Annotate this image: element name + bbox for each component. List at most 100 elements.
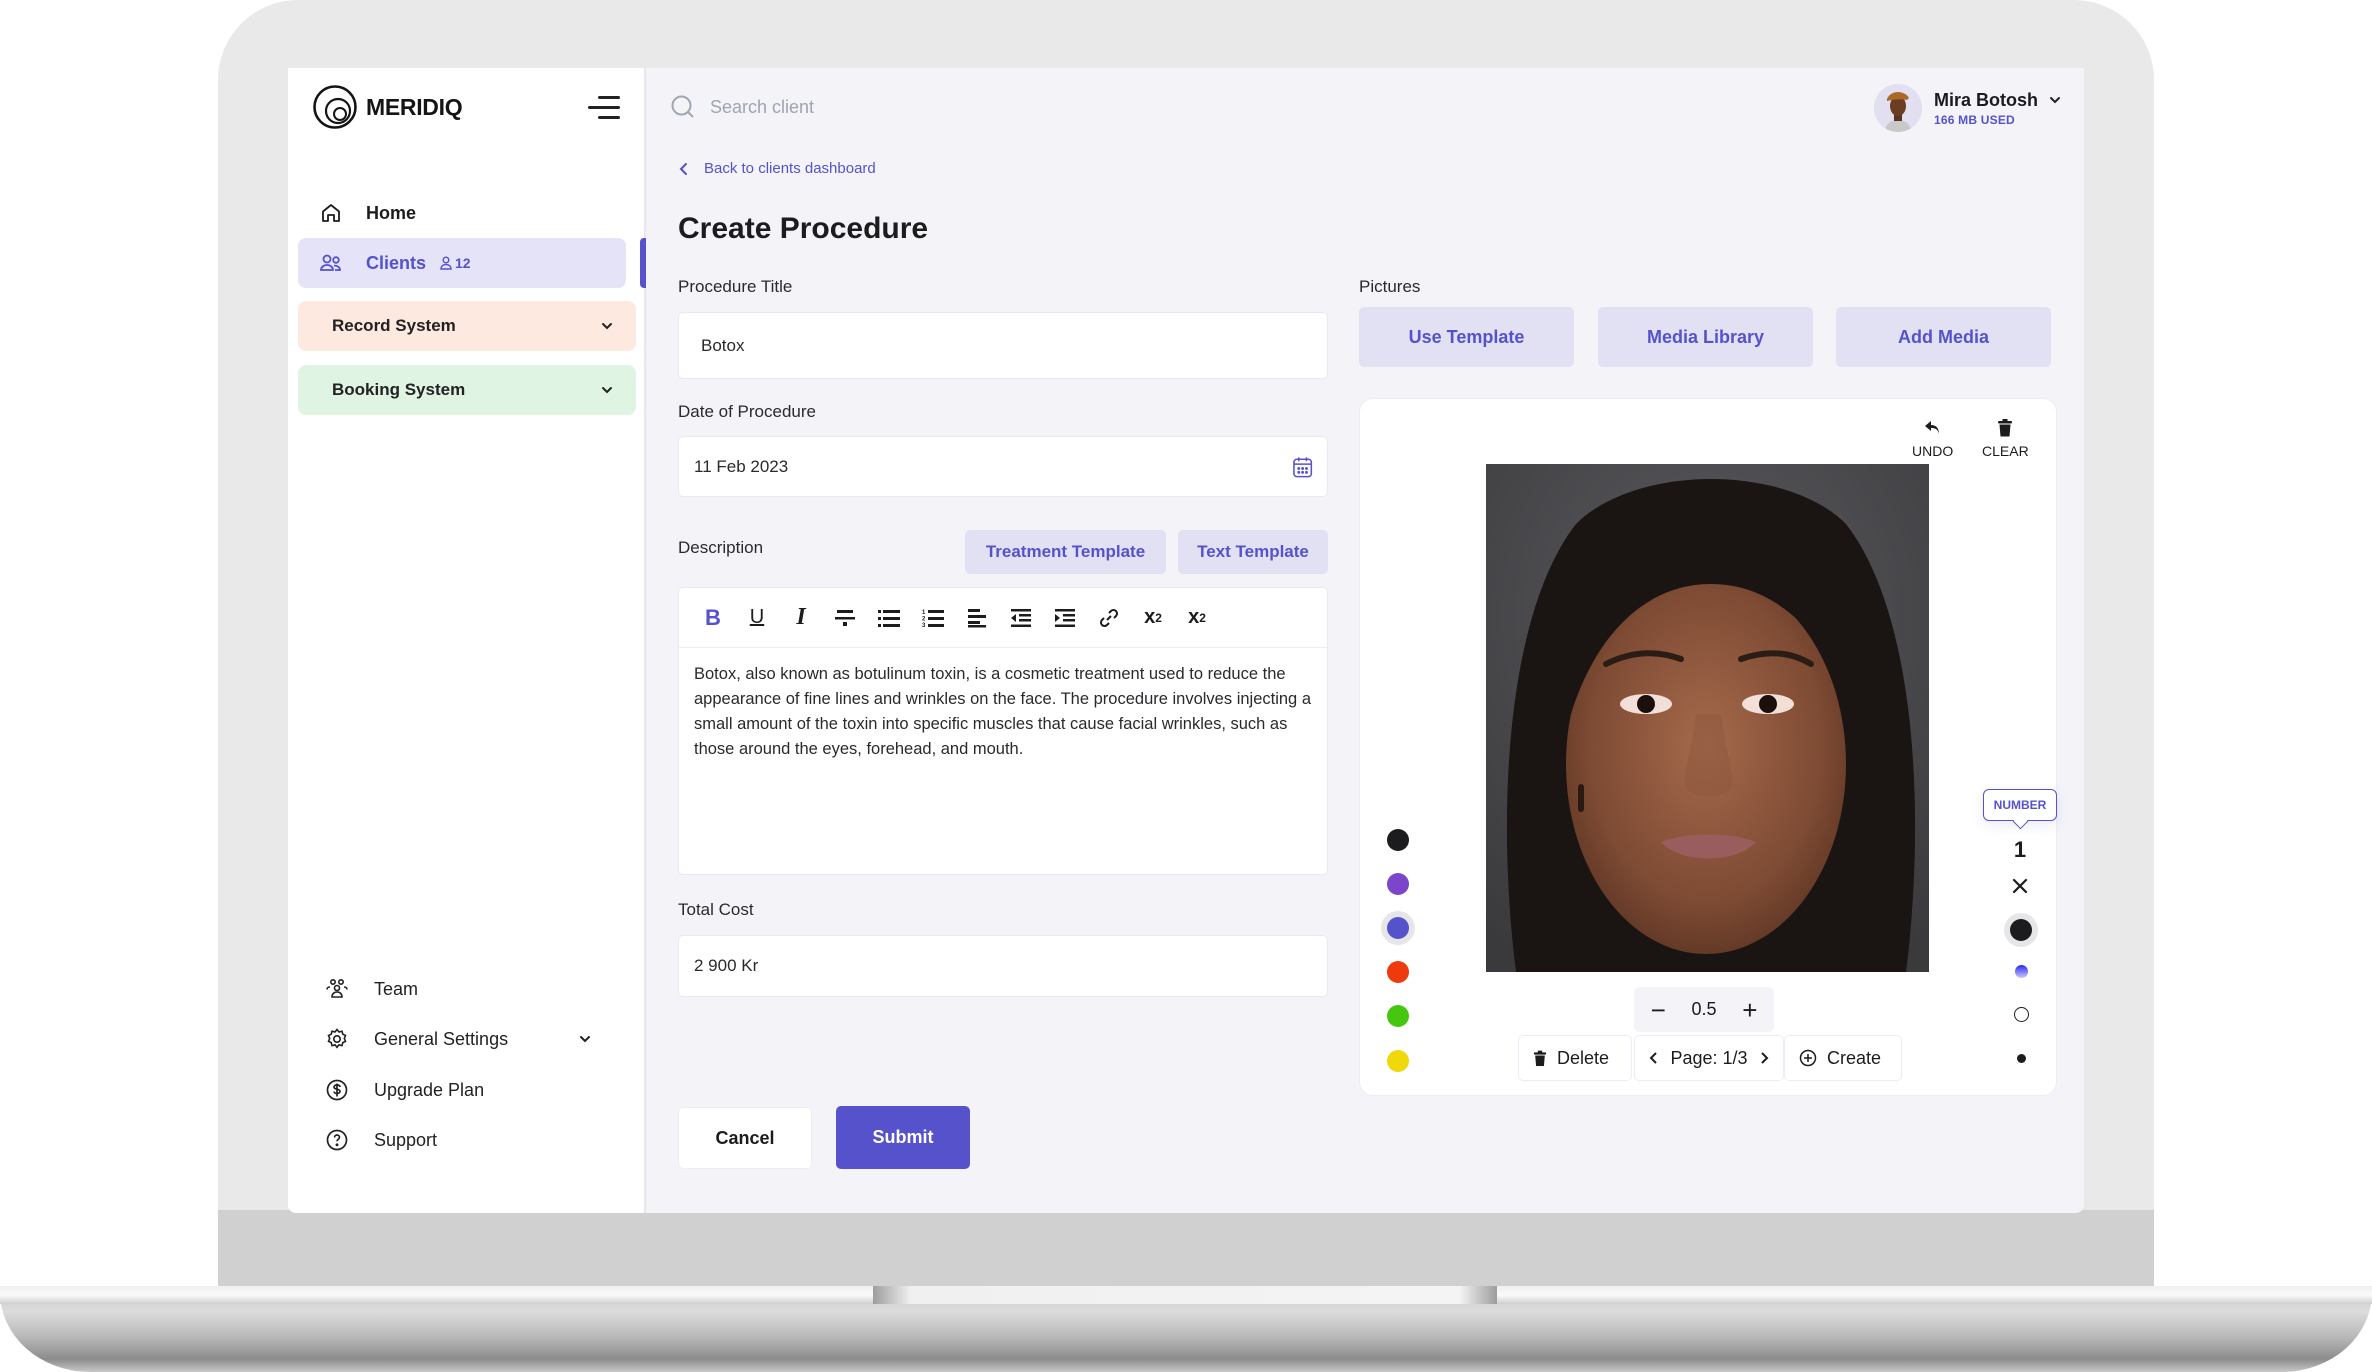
numbered-list-icon[interactable]: 123 — [911, 598, 955, 638]
submit-button[interactable]: Submit — [836, 1106, 970, 1169]
date-field[interactable] — [678, 436, 1328, 497]
date-input[interactable] — [694, 456, 1292, 477]
sidebar-item-support[interactable]: Support — [324, 1127, 624, 1153]
italic-icon[interactable]: I — [779, 598, 823, 638]
menu-toggle-icon[interactable] — [588, 96, 620, 120]
chevron-down-icon — [2050, 97, 2061, 104]
text-template-button[interactable]: Text Template — [1178, 530, 1328, 574]
cross-tool-icon[interactable] — [2011, 877, 2029, 900]
sidebar-item-label: Clients — [366, 252, 427, 273]
calendar-icon[interactable] — [1292, 455, 1313, 479]
cancel-button[interactable]: Cancel — [678, 1107, 812, 1169]
user-icon — [440, 256, 452, 270]
brush-size-large-icon[interactable] — [2010, 919, 2032, 941]
trash-icon — [1533, 1050, 1547, 1066]
brush-gradient-icon[interactable] — [2015, 965, 2028, 978]
total-cost-field[interactable] — [678, 935, 1328, 997]
hollow-circle-icon[interactable] — [2014, 1007, 2029, 1022]
delete-page-button[interactable]: Delete — [1518, 1035, 1632, 1081]
description-text[interactable]: Botox, also known as botulinum toxin, is… — [679, 648, 1327, 776]
indent-icon[interactable] — [1043, 598, 1087, 638]
total-cost-input[interactable] — [694, 956, 1327, 976]
search-input[interactable] — [710, 96, 1110, 118]
sidebar-group-record-system[interactable]: Record System — [298, 301, 636, 351]
undo-button[interactable]: UNDO — [1912, 419, 1953, 459]
sidebar-item-upgrade-plan[interactable]: Upgrade Plan — [324, 1077, 624, 1103]
logo[interactable]: MERIDIQ — [312, 84, 463, 130]
user-menu[interactable]: Mira Botosh 166 MB USED — [1874, 84, 2062, 132]
number-tooltip: NUMBER — [1983, 789, 2057, 821]
home-icon — [318, 200, 344, 226]
search-icon — [671, 95, 694, 118]
bold-icon[interactable]: B — [691, 598, 735, 638]
superscript-icon[interactable]: x2 — [1131, 598, 1175, 638]
strikethrough-icon[interactable] — [823, 598, 867, 638]
search-bar — [670, 94, 1110, 120]
description-label: Description — [678, 538, 764, 557]
client-photo[interactable] — [1486, 464, 1929, 972]
sidebar-item-label: Upgrade Plan — [374, 1079, 485, 1100]
sidebar-group-booking-system[interactable]: Booking System — [298, 365, 636, 415]
sidebar-item-clients[interactable]: Clients 12 — [298, 238, 626, 288]
page-indicator: Page: 1/3 — [1670, 1047, 1748, 1068]
procedure-title-field[interactable] — [678, 312, 1328, 379]
total-cost-label: Total Cost — [678, 900, 754, 919]
outdent-icon[interactable] — [999, 598, 1043, 638]
create-page-button[interactable]: Create — [1784, 1035, 1902, 1081]
page-title: Create Procedure — [678, 212, 929, 245]
laptop-bezel-bottom — [218, 1210, 2154, 1290]
chevron-left-icon[interactable] — [1649, 1051, 1659, 1065]
chevron-down-icon — [602, 387, 612, 394]
color-swatch-indigo[interactable] — [1387, 917, 1409, 939]
sidebar-group-label: Booking System — [332, 380, 466, 399]
image-annotation-canvas: UNDO CLEAR NUMBER 1 − 0.5 + Delete Page:… — [1359, 398, 2057, 1096]
zoom-in-button[interactable]: + — [1735, 997, 1765, 1023]
chevron-down-icon — [580, 1036, 590, 1043]
logo-text: MERIDIQ — [366, 93, 463, 120]
trash-icon — [1998, 419, 2013, 437]
clear-button[interactable]: CLEAR — [1982, 419, 2029, 459]
bullet-list-icon[interactable] — [867, 598, 911, 638]
use-template-button[interactable]: Use Template — [1359, 307, 1574, 367]
sidebar-item-label: General Settings — [374, 1028, 509, 1049]
page-navigator: Page: 1/3 — [1634, 1035, 1784, 1081]
subscript-icon[interactable]: x2 — [1175, 598, 1219, 638]
description-editor: B U I 123 x2 x2 Botox, also known as bot… — [678, 587, 1328, 875]
underline-icon[interactable]: U — [735, 598, 779, 638]
app-screen: MERIDIQ Home Clients 12 Record System Bo… — [288, 68, 2084, 1213]
sidebar-item-home[interactable]: Home — [298, 188, 626, 238]
storage-usage: 166 MB USED — [1934, 112, 2015, 127]
chevron-left-icon — [679, 162, 687, 175]
sidebar-item-team[interactable]: Team — [324, 976, 624, 1002]
sidebar-item-label: Support — [374, 1129, 438, 1150]
procedure-title-input[interactable] — [701, 335, 1327, 356]
svg-text:1: 1 — [922, 610, 926, 616]
color-swatch-red[interactable] — [1387, 961, 1409, 983]
number-tool[interactable]: 1 — [1983, 837, 2057, 863]
treatment-template-button[interactable]: Treatment Template — [965, 530, 1166, 574]
color-swatch-purple[interactable] — [1387, 873, 1409, 895]
sidebar-item-general-settings[interactable]: General Settings — [324, 1026, 624, 1052]
laptop-notch — [873, 1286, 1497, 1304]
date-label: Date of Procedure — [678, 402, 816, 421]
chevron-right-icon[interactable] — [1759, 1051, 1769, 1065]
align-left-icon[interactable] — [955, 598, 999, 638]
undo-icon — [1924, 421, 1939, 434]
back-link[interactable]: Back to clients dashboard — [678, 160, 876, 177]
help-icon — [324, 1127, 350, 1153]
zoom-out-button[interactable]: − — [1643, 997, 1673, 1023]
media-library-button[interactable]: Media Library — [1598, 307, 1813, 367]
brush-size-small-icon[interactable] — [2017, 1054, 2026, 1063]
chevron-down-icon — [602, 323, 612, 330]
add-media-button[interactable]: Add Media — [1836, 307, 2051, 367]
color-swatch-yellow[interactable] — [1387, 1050, 1409, 1072]
color-swatch-black[interactable] — [1387, 829, 1409, 851]
link-icon[interactable] — [1087, 598, 1131, 638]
sidebar-item-label: Team — [374, 978, 419, 999]
sidebar-item-label: Home — [366, 202, 417, 223]
sidebar-group-label: Record System — [332, 316, 456, 335]
active-indicator — [640, 238, 646, 288]
gear-icon — [324, 1026, 350, 1052]
zoom-value: 0.5 — [1691, 999, 1717, 1019]
color-swatch-green[interactable] — [1387, 1005, 1409, 1027]
